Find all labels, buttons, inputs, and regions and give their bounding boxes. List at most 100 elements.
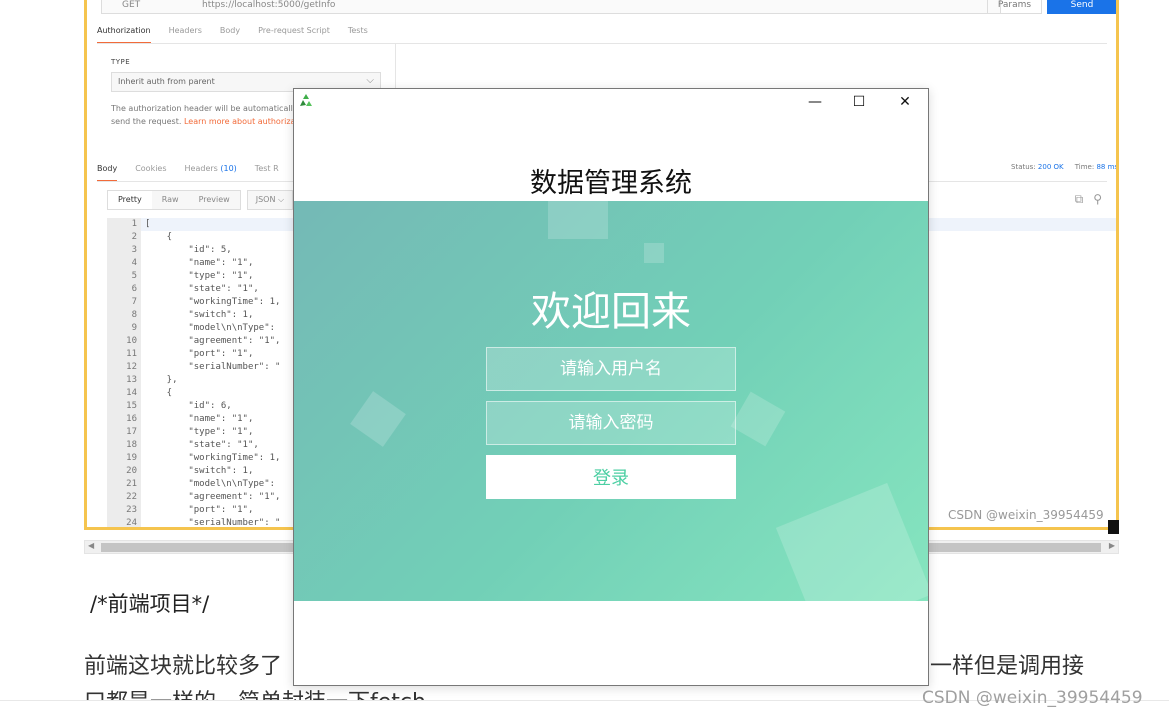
code-text: "switch": 1,: [145, 310, 254, 320]
line-number: 18: [107, 439, 141, 452]
tab-authorization: Authorization: [97, 24, 151, 44]
line-number: 20: [107, 465, 141, 478]
line-number: 15: [107, 400, 141, 413]
article-paragraph-right: 一样但是调用接: [930, 654, 1085, 679]
login-banner: 欢迎回来 登录: [294, 201, 928, 601]
decorative-square: [730, 391, 786, 447]
code-text: "type": "1",: [145, 427, 254, 437]
auth-note: The authorization header will be automat…: [111, 102, 311, 128]
line-number: 2: [107, 231, 141, 244]
code-text: "state": "1",: [145, 284, 259, 294]
line-number: 23: [107, 504, 141, 517]
line-number: 17: [107, 426, 141, 439]
code-text: },: [145, 375, 178, 385]
line-number: 21: [107, 478, 141, 491]
tab-body: Body: [219, 26, 241, 35]
screenshot-watermark: CSDN @weixin_39954459: [948, 508, 1104, 522]
request-method: GET: [122, 0, 141, 10]
line-number: 1: [107, 218, 141, 231]
tab-pre-request-script: Pre-request Script: [258, 26, 330, 35]
code-text: "model\n\nType":: [145, 323, 276, 333]
line-number: 4: [107, 257, 141, 270]
code-text: "agreement": "1",: [145, 492, 281, 502]
scroll-right-icon: ▶: [1108, 541, 1115, 550]
line-number: 5: [107, 270, 141, 283]
password-input[interactable]: [486, 401, 736, 445]
code-text: "workingTime": 1,: [145, 297, 281, 307]
response-status: Status: 200 OK Time: 88 ms: [1011, 163, 1116, 171]
code-text: "name": "1",: [145, 414, 254, 424]
article-paragraph: 前端这块就比较多了: [84, 654, 283, 679]
line-number: 22: [107, 491, 141, 504]
line-number: 12: [107, 361, 141, 374]
close-button[interactable]: ✕: [882, 89, 928, 115]
line-number: 11: [107, 348, 141, 361]
login-button[interactable]: 登录: [486, 455, 736, 499]
request-url-bar: GET https://localhost:5000/getInfo: [101, 0, 1001, 14]
page-watermark: CSDN @weixin_39954459: [922, 688, 1143, 708]
tab-headers: Headers: [168, 26, 202, 35]
decorative-square: [548, 201, 608, 239]
tab-cookies: Cookies: [135, 164, 167, 173]
status-value: 200 OK: [1037, 163, 1064, 171]
format-select: JSON ⌵: [246, 190, 294, 210]
article-paragraph-line2: 口都是一样的，简单封装一下fetch: [84, 684, 426, 700]
response-toolbar: Pretty Raw Preview JSON ⌵: [107, 190, 294, 210]
code-text: {: [145, 232, 173, 242]
line-number: 19: [107, 452, 141, 465]
page-title: 数据管理系统: [530, 168, 692, 199]
code-text: "port": "1",: [145, 349, 254, 359]
code-text: "serialNumber": ": [145, 518, 281, 528]
response-tabs: Body Cookies Headers (10) Test R: [97, 162, 279, 182]
line-number: 10: [107, 335, 141, 348]
search-icon: ⚲: [1093, 192, 1102, 206]
username-input[interactable]: [486, 347, 736, 391]
login-window: — ☐ ✕ 数据管理系统 欢迎回来 登录: [293, 88, 929, 686]
resize-handle: [1108, 520, 1119, 534]
code-text: "type": "1",: [145, 271, 254, 281]
decorative-square: [350, 391, 406, 447]
code-text: "switch": 1,: [145, 466, 254, 476]
learn-more-link: Learn more about authorizati: [183, 117, 301, 126]
auth-note-text: The authorization header will be automat…: [111, 104, 306, 113]
minimize-button[interactable]: —: [792, 89, 838, 115]
view-pretty: Pretty: [108, 191, 152, 209]
auth-type-value: Inherit auth from parent: [118, 77, 215, 86]
welcome-heading: 欢迎回来: [531, 289, 691, 335]
line-number: 3: [107, 244, 141, 257]
article-heading: /*前端项目*/: [90, 592, 210, 616]
line-number: 9: [107, 322, 141, 335]
auth-type-label: TYPE: [111, 58, 131, 66]
params-button: Params: [987, 0, 1042, 14]
line-number: 16: [107, 413, 141, 426]
window-titlebar[interactable]: — ☐ ✕: [294, 89, 928, 115]
copy-icon: ⧉: [1074, 192, 1084, 206]
request-url: https://localhost:5000/getInfo: [202, 0, 336, 10]
request-tabs: Authorization Headers Body Pre-request S…: [97, 24, 368, 44]
decorative-square: [644, 243, 664, 263]
divider: [97, 43, 1107, 44]
time-label: Time:: [1074, 163, 1095, 171]
code-text: "workingTime": 1,: [145, 453, 281, 463]
code-text: "port": "1",: [145, 505, 254, 515]
auth-note-text-2: send the request.: [111, 117, 182, 126]
view-mode-group: Pretty Raw Preview: [107, 190, 241, 210]
code-text: "id": 6,: [145, 401, 232, 411]
status-label: Status:: [1011, 163, 1036, 171]
line-number: 24: [107, 517, 141, 527]
tab-test-results: Test R: [254, 164, 279, 173]
tab-response-headers: Headers (10): [185, 162, 237, 182]
chevron-down-icon: ⌵: [366, 75, 374, 86]
maximize-button[interactable]: ☐: [836, 89, 882, 115]
code-text: "name": "1",: [145, 258, 254, 268]
tab-tests: Tests: [347, 26, 368, 35]
code-text: "state": "1",: [145, 440, 259, 450]
tab-response-body: Body: [97, 162, 118, 182]
code-text: "id": 5,: [145, 245, 232, 255]
line-number: 13: [107, 374, 141, 387]
line-number: 7: [107, 296, 141, 309]
line-number: 14: [107, 387, 141, 400]
code-text: "model\n\nType":: [145, 479, 276, 489]
view-raw: Raw: [161, 195, 179, 204]
recycle-icon: [300, 94, 312, 106]
